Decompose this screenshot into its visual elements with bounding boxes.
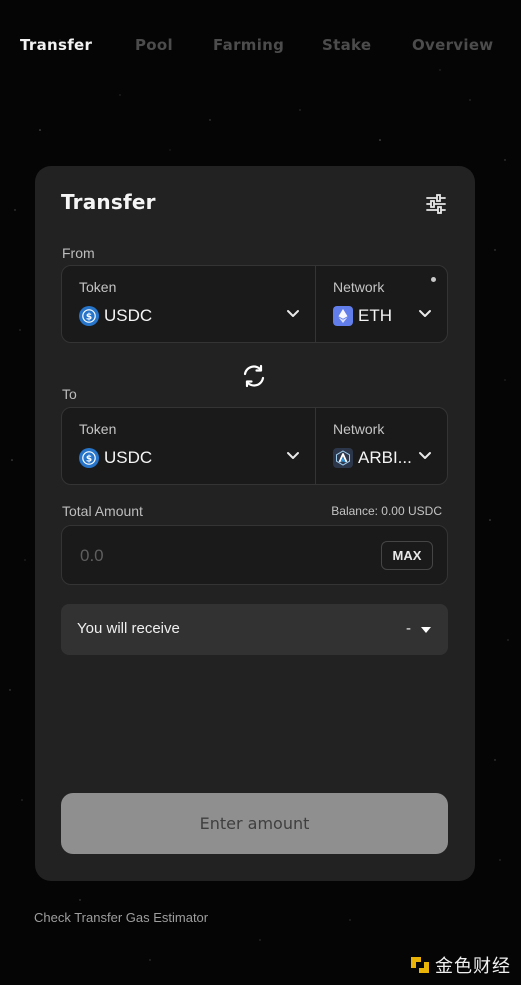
- status-dot: [431, 277, 436, 282]
- total-amount-label: Total Amount: [62, 503, 143, 519]
- to-selector: Token $ USDC Network ARBI...: [61, 407, 448, 485]
- chevron-down-icon: [419, 452, 431, 459]
- amount-input[interactable]: [78, 542, 372, 570]
- from-selector: Token $ USDC Network ETH: [61, 265, 448, 343]
- to-network-symbol: ARBI...: [358, 448, 412, 467]
- to-token-value: $ USDC: [79, 446, 152, 470]
- nav-tab-pool[interactable]: Pool: [135, 36, 173, 54]
- chevron-down-icon: [287, 310, 299, 317]
- from-network-symbol: ETH: [358, 306, 392, 325]
- nav-tab-farming[interactable]: Farming: [213, 36, 284, 54]
- balance-text: Balance: 0.00 USDC: [331, 504, 442, 518]
- from-network-caption: Network: [333, 279, 385, 295]
- to-token-caption: Token: [79, 421, 117, 437]
- watermark-text: 金色财经: [435, 956, 511, 977]
- usdc-coin-icon: $: [79, 306, 99, 326]
- chevron-down-icon: [419, 310, 431, 317]
- caret-down-icon: [421, 627, 431, 633]
- svg-text:$: $: [86, 313, 92, 323]
- max-button[interactable]: MAX: [381, 541, 433, 570]
- nav-tab-transfer[interactable]: Transfer: [20, 36, 92, 54]
- from-token-caption: Token: [79, 279, 117, 295]
- to-network-select[interactable]: Network ARBI...: [316, 408, 447, 484]
- amount-field: MAX: [61, 525, 448, 585]
- from-network-select[interactable]: Network ETH: [316, 266, 447, 342]
- receive-label: You will receive: [77, 620, 180, 637]
- swap-direction-icon[interactable]: [241, 363, 267, 389]
- nav-tab-overview[interactable]: Overview: [412, 36, 493, 54]
- from-label: From: [62, 245, 95, 261]
- gas-estimator-link[interactable]: Check Transfer Gas Estimator: [34, 910, 208, 925]
- from-token-select[interactable]: Token $ USDC: [62, 266, 315, 342]
- to-label: To: [62, 386, 77, 402]
- from-network-value: ETH: [333, 304, 392, 328]
- to-token-select[interactable]: Token $ USDC: [62, 408, 315, 484]
- card-title: Transfer: [61, 190, 156, 214]
- receive-summary-toggle[interactable]: You will receive -: [61, 604, 448, 655]
- arbitrum-icon: [333, 448, 353, 468]
- to-token-symbol: USDC: [104, 448, 153, 467]
- svg-text:$: $: [86, 455, 92, 465]
- from-token-symbol: USDC: [104, 306, 153, 325]
- ethereum-icon: [333, 306, 353, 326]
- to-network-caption: Network: [333, 421, 385, 437]
- jinse-logo-icon: [411, 957, 429, 973]
- top-nav: Transfer Pool Farming Stake Overview: [0, 36, 521, 56]
- chevron-down-icon: [287, 452, 299, 459]
- nav-tab-stake[interactable]: Stake: [322, 36, 371, 54]
- enter-amount-button[interactable]: Enter amount: [61, 793, 448, 854]
- settings-sliders-icon[interactable]: [425, 193, 447, 215]
- receive-value: -: [406, 620, 411, 637]
- from-token-value: $ USDC: [79, 304, 152, 328]
- watermark: 金色财经: [409, 953, 511, 977]
- transfer-card: Transfer From Token $ USDC Network ETH T…: [35, 166, 475, 881]
- usdc-coin-icon: $: [79, 448, 99, 468]
- to-network-value: ARBI...: [333, 446, 412, 470]
